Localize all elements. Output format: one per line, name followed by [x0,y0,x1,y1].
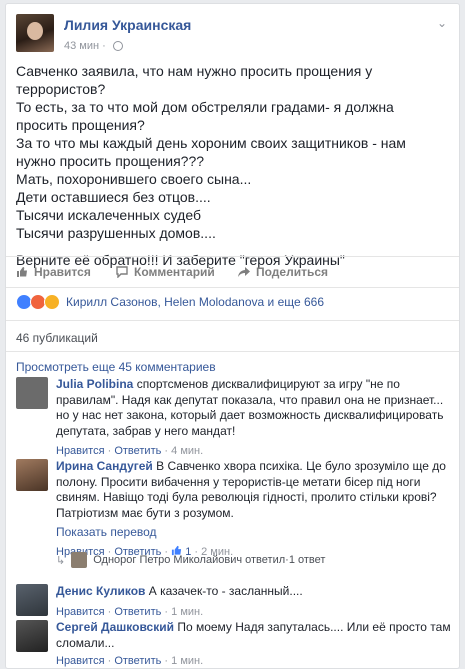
comment-like-link[interactable]: Нравится [56,655,105,667]
comment-body: Ирина Сандугей В Савченко хвора психіка.… [56,459,451,521]
reply-author[interactable]: Однорог Петро Миколайович [93,554,242,566]
post-line: Дети оставшиеся без отцов.... [16,189,211,205]
reply-avatar [71,552,88,568]
comment-label: Комментарий [134,265,215,279]
sep: · [104,445,115,457]
sep: · [161,655,172,667]
comment-like-link[interactable]: Нравится [56,606,105,618]
comment-actions: Нравится · Ответить · 1 мин. [56,655,451,667]
comment: Ирина Сандугей В Савченко хвора психіка.… [16,459,451,558]
commenter-name[interactable]: Ирина Сандугей [56,459,153,473]
comment-body: Julia Polibina спортсменов дисквалифицир… [56,377,451,439]
commenter-avatar[interactable] [16,620,48,652]
comment: Денис Куликов А казачек-то - засланный..… [16,584,451,618]
comment: Julia Polibina спортсменов дисквалифицир… [16,377,451,457]
sep: · [104,605,115,618]
sep: · [161,605,172,618]
like-button[interactable]: Нравится [16,265,91,279]
comment-time[interactable]: 4 мин. [171,445,203,457]
share-icon [238,267,250,277]
commenter-name[interactable]: Денис Куликов [56,584,145,598]
show-translation-link[interactable]: Показать перевод [56,525,451,539]
comment-text: А казачек-то - засланный.... [148,584,303,598]
chevron-down-icon[interactable]: ⌄ [437,16,447,30]
author-avatar[interactable] [16,14,54,52]
reactions-summary[interactable]: Кирилл Сазонов, Helen Molodanova и еще 6… [16,294,324,310]
comment-body: Сергей Дашковский По моему Надя запутала… [56,620,451,651]
comment-time[interactable]: 1 мин. [171,655,203,667]
shares-count[interactable]: 46 публикаций [16,331,98,345]
sep: · [161,445,172,457]
comment-actions: Нравится · Ответить · 1 мин. [56,606,451,618]
reactions-text[interactable]: Кирилл Сазонов, Helen Molodanova и еще 6… [66,295,324,309]
post-text: Савченко заявила, что нам нужно просить … [6,54,459,269]
comment-button[interactable]: Комментарий [116,265,215,279]
wow-reaction-icon [44,294,60,310]
divider [6,351,459,352]
sep: · [104,655,115,667]
commenter-avatar[interactable] [16,584,48,616]
share-label: Поделиться [256,265,329,279]
comment-like-link[interactable]: Нравится [56,445,105,457]
comment-reply-link[interactable]: Ответить [114,655,161,667]
post-card: Лилия Украинская 43 мин · ⌄ Савченко зая… [5,3,460,669]
sep: · [102,40,109,52]
post-line: Тысячи разрушенных домов.... [16,225,216,241]
post-line: Тысячи искалеченных судеб [16,207,201,223]
divider [6,320,459,321]
post-line: За то что мы каждый день хороним своих з… [16,135,406,169]
author-name[interactable]: Лилия Украинская [64,17,191,33]
post-actions: Нравится Комментарий Поделиться [6,256,459,288]
comment-icon [116,266,128,278]
reply-count[interactable]: 1 ответ [289,554,326,566]
comment: Сергей Дашковский По моему Надя запутала… [16,620,451,667]
post-time[interactable]: 43 мин [64,40,99,52]
commenter-avatar[interactable] [16,459,48,491]
like-label: Нравится [34,265,91,279]
commenter-avatar[interactable] [16,377,48,409]
view-more-comments[interactable]: Просмотреть еще 45 комментариев [16,360,216,374]
reply-verb: ответил [245,554,286,566]
comment-reply-link[interactable]: Ответить [114,445,161,457]
reply-summary[interactable]: ↳ Однорог Петро Миколайович ответил · 1 … [56,552,325,568]
thumbs-up-icon [17,267,27,277]
post-meta: 43 мин · [64,40,123,52]
comment-time[interactable]: 1 мин. [171,606,203,618]
commenter-name[interactable]: Julia Polibina [56,377,133,391]
reply-arrow-icon: ↳ [56,554,66,567]
globe-icon [112,41,123,51]
post-line: То есть, за то что мой дом обстреляли гр… [16,99,394,133]
comment-reply-link[interactable]: Ответить [114,606,161,618]
post-line: Савченко заявила, что нам нужно просить … [16,63,373,97]
commenter-name[interactable]: Сергей Дашковский [56,620,174,634]
post-header: Лилия Украинская 43 мин · ⌄ [6,4,459,54]
comment-body: Денис Куликов А казачек-то - засланный..… [56,584,451,600]
post-line: Мать, похоронившего своего сына... [16,171,252,187]
share-button[interactable]: Поделиться [238,265,328,279]
comment-actions: Нравится · Ответить · 4 мин. [56,445,451,457]
